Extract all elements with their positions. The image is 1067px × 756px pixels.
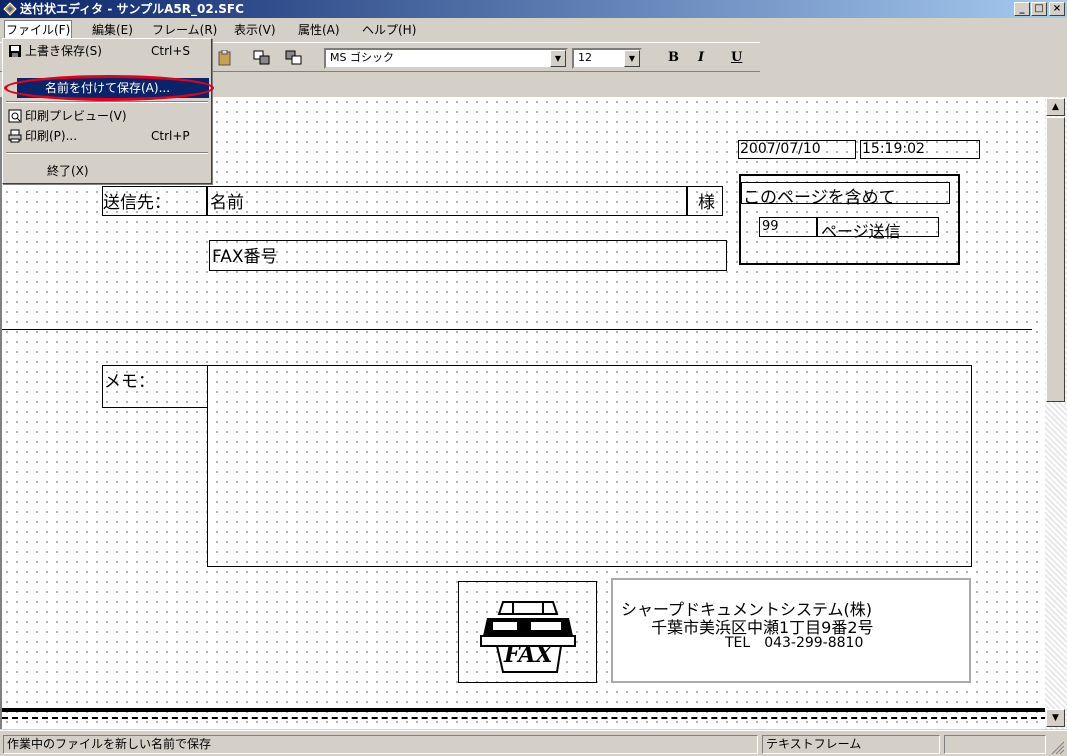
menu-item-label: 印刷プレビュー(V) xyxy=(25,109,127,123)
page-count-suffix: ページ送信 xyxy=(821,222,901,241)
fax-number-field[interactable]: FAX番号 xyxy=(209,240,727,271)
scroll-up-icon[interactable]: ▲ xyxy=(1046,98,1065,116)
recipient-label: 送信先： xyxy=(103,193,171,213)
document-canvas[interactable]: 2007/07/10 15:19:02 送信先： 名前 様 FAX番号 このペー… xyxy=(0,97,1045,729)
recipient-label-frame[interactable]: 送信先： xyxy=(102,186,207,216)
page-count-number-frame[interactable]: 99 xyxy=(759,217,817,237)
app-icon xyxy=(3,2,17,16)
fax-logo-text: FAX xyxy=(504,642,553,668)
window-title: 送付状エディタ - サンプルA5R_02.SFC xyxy=(20,2,244,16)
menu-file[interactable]: ファイル(F) xyxy=(3,20,73,39)
menu-separator xyxy=(6,152,208,154)
menu-item-save-as[interactable]: 名前を付けて保存(A)... xyxy=(17,78,209,98)
bring-to-front-icon[interactable] xyxy=(253,50,271,66)
menu-item-label: 印刷(P)... xyxy=(25,129,78,143)
app-window: 送付状エディタ - サンプルA5R_02.SFC _ □ × ファイル(F) 編… xyxy=(0,0,1067,756)
memo-label-frame[interactable]: メモ： xyxy=(102,365,208,408)
menu-item-label: 上書き保存(S) xyxy=(25,44,102,58)
title-bar[interactable]: 送付状エディタ - サンプルA5R_02.SFC _ □ × xyxy=(0,0,1067,18)
font-size-select[interactable]: 12 ▼ xyxy=(572,48,642,69)
resize-grip-icon[interactable] xyxy=(1050,740,1065,755)
menu-item-shortcut: Ctrl+P xyxy=(151,129,190,143)
scroll-down-icon[interactable]: ▼ xyxy=(1046,709,1065,727)
minimize-button[interactable]: _ xyxy=(1014,2,1030,16)
honorific-frame[interactable]: 様 xyxy=(687,186,723,216)
recipient-name-field[interactable]: 名前 xyxy=(207,186,687,216)
vertical-scrollbar[interactable]: ▲ ▼ xyxy=(1045,97,1067,729)
font-name-select[interactable]: MS ゴシック ▼ xyxy=(324,48,568,69)
recipient-name-label: 名前 xyxy=(210,193,244,213)
company-info-frame[interactable]: シャープドキュメントシステム(株) 千葉市美浜区中瀬1丁目9番2号 TEL 04… xyxy=(611,578,971,683)
menu-item-shortcut: Ctrl+S xyxy=(151,44,191,58)
time-field[interactable]: 15:19:02 xyxy=(860,140,980,159)
send-to-back-icon[interactable] xyxy=(285,50,303,66)
page-count-frame[interactable]: このページを含めて 99 ページ送信 xyxy=(739,174,960,265)
status-frame-type: テキストフレーム xyxy=(762,735,940,754)
company-tel: TEL 043-299-8810 xyxy=(725,635,864,651)
print-preview-icon xyxy=(8,109,22,123)
status-extra-pane xyxy=(944,735,1046,754)
menu-attributes[interactable]: 属性(A) xyxy=(298,21,340,38)
file-menu-dropdown: 上書き保存(S) Ctrl+S 名前を付けて保存(A)... 印刷プレビュー(V… xyxy=(2,38,212,184)
menu-item-print-preview[interactable]: 印刷プレビュー(V) xyxy=(5,106,209,126)
font-name-value: MS ゴシック xyxy=(330,51,394,64)
page-count-number: 99 xyxy=(762,219,779,234)
fax-logo-frame[interactable]: FAX xyxy=(458,581,597,683)
menu-item-exit[interactable]: 終了(X) xyxy=(5,161,209,181)
fax-number-label: FAX番号 xyxy=(212,247,278,267)
font-size-value: 12 xyxy=(578,51,592,64)
page-count-suffix-frame[interactable]: ページ送信 xyxy=(817,217,939,241)
close-button[interactable]: × xyxy=(1049,2,1065,16)
date-field[interactable]: 2007/07/10 xyxy=(738,140,856,159)
menu-separator xyxy=(6,101,208,103)
menu-item-label: 名前を付けて保存(A)... xyxy=(45,81,171,95)
status-bar: 作業中のファイルを新しい名前で保存 テキストフレーム xyxy=(0,730,1067,756)
menu-bar: ファイル(F) 編集(E) フレーム(R) 表示(V) 属性(A) ヘルプ(H) xyxy=(0,18,1067,39)
honorific-label: 様 xyxy=(698,193,715,213)
maximize-button[interactable]: □ xyxy=(1031,2,1047,16)
scroll-thumb[interactable] xyxy=(1046,117,1065,402)
chevron-down-icon[interactable]: ▼ xyxy=(550,50,566,67)
menu-item-print[interactable]: 印刷(P)... Ctrl+P xyxy=(5,126,209,146)
floppy-disk-icon xyxy=(9,45,21,57)
menu-item-label: 終了(X) xyxy=(47,164,89,178)
page-count-caption: このページを含めて xyxy=(743,188,896,208)
printer-icon xyxy=(8,129,22,143)
menu-help[interactable]: ヘルプ(H) xyxy=(362,21,416,38)
page-bottom-rule xyxy=(2,708,1045,712)
time-value: 15:19:02 xyxy=(862,141,925,157)
menu-frame[interactable]: フレーム(R) xyxy=(152,21,217,38)
section-divider xyxy=(2,329,1032,330)
chevron-down-icon[interactable]: ▼ xyxy=(624,50,640,67)
memo-field[interactable] xyxy=(207,365,972,567)
bold-button[interactable]: B xyxy=(668,50,679,65)
status-message: 作業中のファイルを新しい名前で保存 xyxy=(3,735,758,754)
menu-view[interactable]: 表示(V) xyxy=(234,21,276,38)
memo-label: メモ： xyxy=(104,372,155,392)
page-break-line xyxy=(2,717,1045,719)
menu-item-save[interactable]: 上書き保存(S) Ctrl+S xyxy=(5,41,209,61)
italic-button[interactable]: I xyxy=(698,50,704,65)
date-value: 2007/07/10 xyxy=(740,141,821,157)
paste-icon[interactable] xyxy=(216,50,234,66)
page-count-caption-frame[interactable]: このページを含めて xyxy=(741,182,950,208)
underline-button[interactable]: U xyxy=(731,50,742,65)
menu-edit[interactable]: 編集(E) xyxy=(92,21,133,38)
